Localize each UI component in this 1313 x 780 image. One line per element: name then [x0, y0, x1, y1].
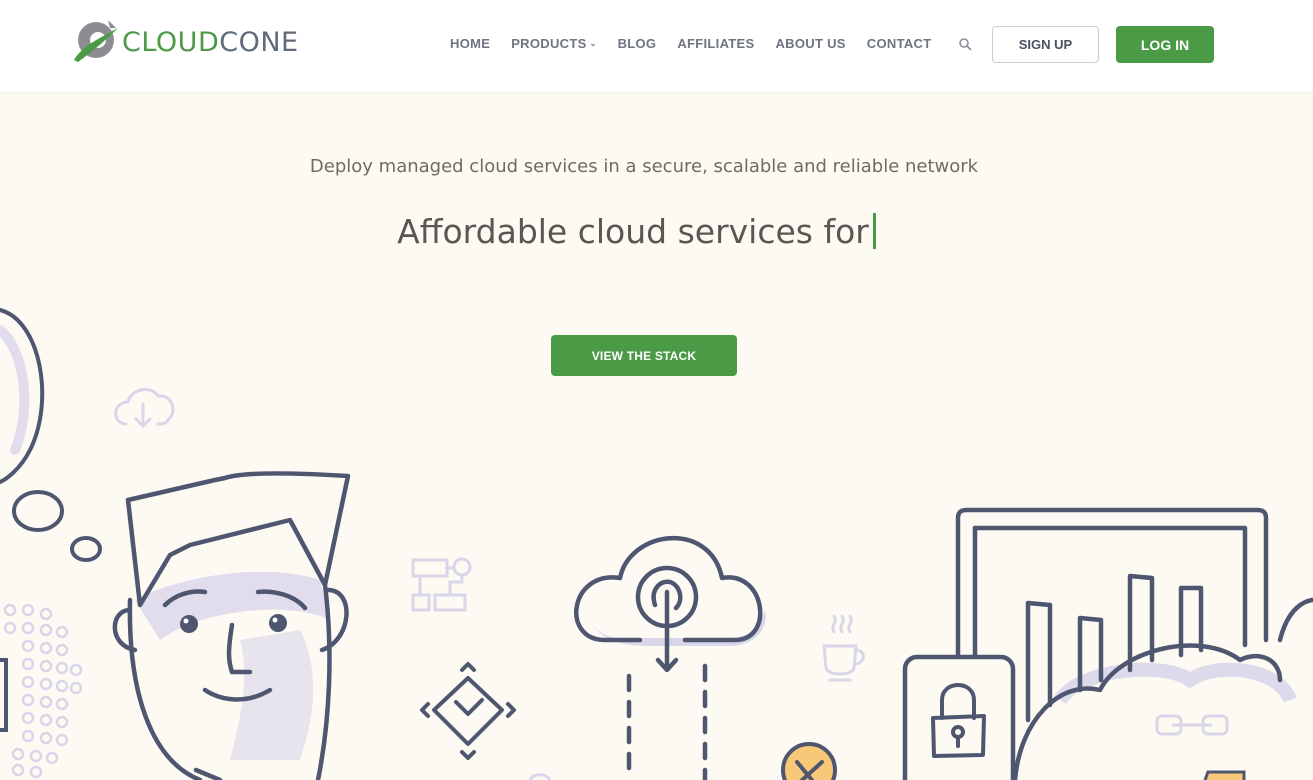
hero-illustration: [0, 308, 1313, 780]
coffee-cup-icon: [822, 614, 865, 682]
main-nav: HOME PRODUCTS ⌄ BLOG AFFILIATES ABOUT US …: [450, 36, 952, 51]
nav-home[interactable]: HOME: [450, 36, 490, 51]
login-button[interactable]: LOG IN: [1116, 26, 1214, 63]
nav-blog[interactable]: BLOG: [618, 36, 657, 51]
signup-button[interactable]: SIGN UP: [992, 26, 1099, 63]
nav-affiliates[interactable]: AFFILIATES: [677, 36, 754, 51]
close-badge-icon: [781, 742, 837, 780]
logo-wordmark: CLOUDCONE: [122, 26, 299, 58]
search-icon[interactable]: [958, 37, 972, 51]
phone-lock: [902, 654, 1016, 780]
logo-icon: [74, 20, 118, 62]
flowchart-icon: [411, 557, 472, 612]
site-header: CLOUDCONE HOME PRODUCTS ⌄ BLOG AFFILIATES…: [0, 0, 1313, 92]
nav-about-us[interactable]: ABOUT US: [775, 36, 845, 51]
dot-pattern: [3, 603, 83, 779]
man-character: [112, 471, 351, 780]
nav-products-label: PRODUCTS: [511, 36, 587, 51]
nav-contact[interactable]: CONTACT: [867, 36, 932, 51]
diamond-check-icon: [420, 662, 516, 760]
cloud-download-icon: [114, 387, 175, 428]
brand-logo[interactable]: CLOUDCONE: [72, 18, 299, 64]
central-cloud: [574, 536, 766, 780]
nav-products[interactable]: PRODUCTS ⌄: [511, 36, 596, 51]
chevron-down-icon: ⌄: [589, 39, 597, 48]
